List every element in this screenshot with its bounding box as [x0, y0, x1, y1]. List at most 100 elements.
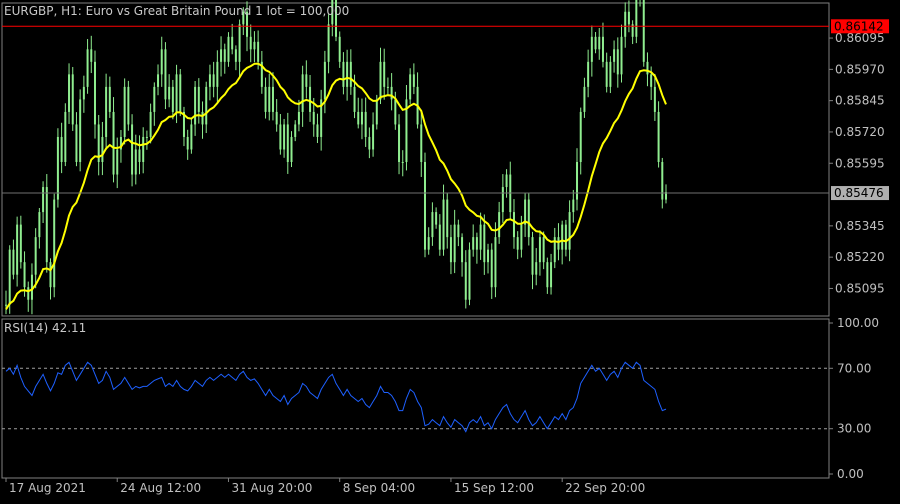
candle-body [142, 136, 145, 163]
candle-body [264, 86, 267, 112]
candle-body [609, 61, 612, 87]
candle-body [90, 49, 93, 62]
candle-body [53, 199, 56, 288]
candle-body [505, 174, 508, 188]
candle-body [398, 124, 401, 163]
candle-body [149, 111, 152, 137]
candle-body [234, 49, 237, 62]
candle-body [383, 61, 386, 87]
candle-body [157, 74, 160, 87]
candle-body [105, 86, 108, 137]
price-tick-label: 0.85845 [835, 94, 885, 108]
candle-body [420, 124, 423, 163]
candle-body [290, 136, 293, 163]
candle-body [657, 111, 660, 163]
candle-body [123, 86, 126, 137]
candle-body [101, 136, 104, 163]
candle-body [268, 86, 271, 112]
candle-body [364, 111, 367, 137]
chart-window[interactable]: 100.00 70.00 30.00 0.00 0.86095 0.85970 0.858… [0, 0, 900, 500]
candle-body [16, 224, 19, 275]
candle-body [568, 212, 571, 250]
candle-body [275, 111, 278, 125]
rsi-label: RSI(14) 42.11 [4, 321, 86, 335]
candle-body [312, 111, 315, 125]
candle-body [38, 212, 41, 238]
candle-body [412, 74, 415, 87]
time-tick-label: 8 Sep 04:00 [343, 481, 415, 495]
candle-body [27, 287, 30, 300]
chart-title: EURGBP, H1: Euro vs Great Britain Pound … [4, 4, 349, 18]
candle-body [179, 74, 182, 112]
candle-body [546, 262, 549, 288]
candle-body [613, 49, 616, 62]
candle-body [627, 11, 630, 25]
candle-body [305, 74, 308, 87]
candle-body [605, 61, 608, 87]
candle-body [294, 124, 297, 137]
current-price-label: 0.85476 [834, 186, 884, 200]
candle-body [71, 74, 74, 125]
candle-body [108, 86, 111, 112]
candle-body [564, 224, 567, 250]
candle-body [5, 304, 7, 306]
candle-body [561, 224, 564, 250]
candle-body [357, 111, 360, 125]
candle-body [82, 86, 85, 100]
candle-body [212, 74, 215, 87]
candle-body [186, 136, 189, 150]
candle-body [587, 61, 590, 87]
candle-body [12, 249, 15, 275]
rsi-tick-label: 100.00 [837, 316, 879, 330]
candle-body [190, 124, 193, 150]
candle-body [386, 86, 389, 88]
candle-body [616, 49, 619, 75]
candle-body [79, 99, 82, 163]
price-tick-label: 0.85595 [835, 156, 885, 170]
candle-body [635, 0, 638, 37]
rsi-tick-label: 70.00 [837, 361, 871, 375]
price-tick-label: 0.85095 [835, 281, 885, 295]
price-tick-label: 0.85345 [835, 219, 885, 233]
candle-body [338, 36, 341, 62]
candle-body [253, 41, 256, 50]
candle-body [501, 187, 504, 213]
candle-body [194, 86, 197, 125]
time-tick-label: 31 Aug 20:00 [231, 481, 312, 495]
candle-body [216, 61, 219, 87]
candle-body [45, 187, 48, 263]
candle-body [620, 36, 623, 75]
candle-body [427, 237, 430, 250]
rsi-tick-label: 0.00 [837, 467, 864, 481]
candle-body [42, 187, 45, 213]
candle-body [498, 212, 501, 238]
candle-body [349, 61, 352, 87]
price-tick-label: 0.85220 [835, 250, 885, 264]
high-price-label: 0.86142 [834, 19, 884, 33]
candle-body [75, 124, 78, 163]
time-tick-label: 22 Sep 20:00 [565, 481, 645, 495]
candle-body [23, 262, 26, 288]
candle-body [601, 36, 604, 62]
price-tick-label: 0.85970 [835, 62, 885, 76]
candle-body [531, 237, 534, 275]
candle-body [231, 36, 234, 50]
candle-body [353, 86, 356, 112]
candle-body [93, 61, 96, 125]
candle-body [483, 224, 486, 263]
candle-body [475, 237, 478, 250]
candle-body [257, 41, 260, 62]
candle-body [576, 162, 579, 200]
candle-body [527, 199, 530, 238]
candle-body [550, 262, 553, 288]
candle-body [283, 124, 286, 150]
candle-body [487, 249, 490, 263]
candle-body [535, 262, 538, 275]
time-tick-label: 24 Aug 12:00 [120, 481, 201, 495]
candle-body [342, 61, 345, 87]
candle-body [446, 199, 449, 238]
candle-body [594, 36, 597, 50]
candle-body [201, 111, 204, 125]
candle-body [220, 49, 223, 62]
candle-body [171, 86, 174, 112]
